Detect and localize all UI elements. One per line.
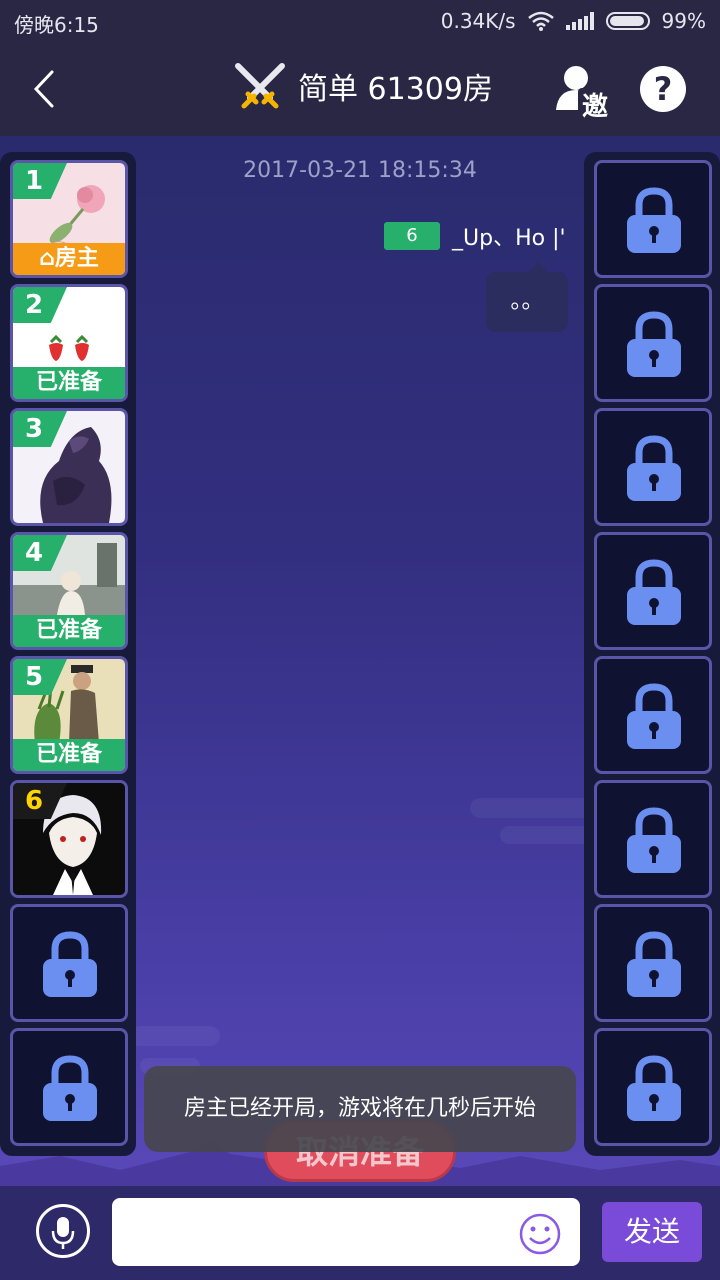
player-column-right — [584, 152, 720, 1156]
chat-message-header: 6 _Up、Ho |' — [384, 220, 566, 252]
lock-icon — [627, 931, 681, 997]
wifi-icon — [527, 11, 554, 31]
lock-icon — [627, 559, 681, 625]
status-time: 傍晚6:15 — [14, 13, 99, 37]
locked-slot[interactable] — [594, 656, 712, 774]
badge-label: 房主 — [54, 246, 99, 271]
net-speed: 0.34K/s — [440, 9, 516, 33]
room-header: 简单 61309房 邀 ? — [0, 44, 720, 136]
battery-icon — [605, 12, 650, 30]
crossed-swords-icon — [235, 63, 285, 109]
back-arrow-icon[interactable] — [22, 64, 72, 114]
player-column-left: 1 ⌂房主 2 已准备 3 4 已准备 5 已准备 6 — [0, 152, 136, 1156]
battery-level: 99% — [661, 9, 706, 33]
level-badge: 6 — [384, 222, 440, 250]
signal-icon — [565, 12, 594, 30]
chat-input[interactable] — [112, 1198, 580, 1266]
locked-slot[interactable] — [594, 284, 712, 402]
room-main: 1 ⌂房主 2 已准备 3 4 已准备 5 已准备 6 2017-03-21 1… — [0, 136, 720, 1186]
sender-name: _Up、Ho |' — [452, 226, 566, 251]
toast-message: 房主已经开局，游戏将在几秒后开始 — [144, 1066, 576, 1152]
status-right: 0.34K/s 99% — [441, 9, 706, 33]
help-button[interactable]: ? — [640, 66, 686, 112]
lock-icon — [627, 807, 681, 873]
player-slot-2[interactable]: 2 已准备 — [10, 284, 128, 402]
player-slot-3[interactable]: 3 — [10, 408, 128, 526]
locked-slot[interactable] — [594, 904, 712, 1022]
invite-icon[interactable]: 邀 — [552, 60, 612, 120]
player-slot-6[interactable]: 6 — [10, 780, 128, 898]
invite-label: 邀 — [582, 92, 608, 120]
locked-slot[interactable] — [594, 532, 712, 650]
lock-icon — [627, 311, 681, 377]
ready-badge: 已准备 — [13, 615, 125, 647]
player-slot-5[interactable]: 5 已准备 — [10, 656, 128, 774]
send-button[interactable]: 发送 — [602, 1202, 702, 1262]
voice-button[interactable] — [36, 1204, 90, 1258]
lock-icon — [43, 931, 97, 997]
lock-icon — [627, 435, 681, 501]
emoji-icon[interactable] — [518, 1212, 562, 1256]
chat-timestamp: 2017-03-21 18:15:34 — [243, 158, 477, 183]
player-slot-4[interactable]: 4 已准备 — [10, 532, 128, 650]
ready-badge: 已准备 — [13, 367, 125, 399]
host-badge: ⌂房主 — [13, 243, 125, 275]
chat-input-bar: 发送 — [0, 1186, 720, 1280]
home-icon: ⌂ — [39, 246, 55, 271]
status-bar: 傍晚6:15 0.34K/s 99% — [0, 0, 720, 44]
page-title: 简单 61309房 — [298, 72, 493, 107]
lock-icon — [43, 1055, 97, 1121]
locked-slot[interactable] — [594, 408, 712, 526]
lock-icon — [627, 1055, 681, 1121]
ready-badge: 已准备 — [13, 739, 125, 771]
locked-slot[interactable] — [10, 904, 128, 1022]
lock-icon — [627, 187, 681, 253]
microphone-icon — [51, 1217, 75, 1249]
chat-bubble: 。。 — [486, 262, 568, 332]
locked-slot[interactable] — [594, 780, 712, 898]
title-group: 简单 61309房 — [232, 62, 493, 110]
lock-icon — [627, 683, 681, 749]
cloud-decoration — [130, 1026, 220, 1046]
